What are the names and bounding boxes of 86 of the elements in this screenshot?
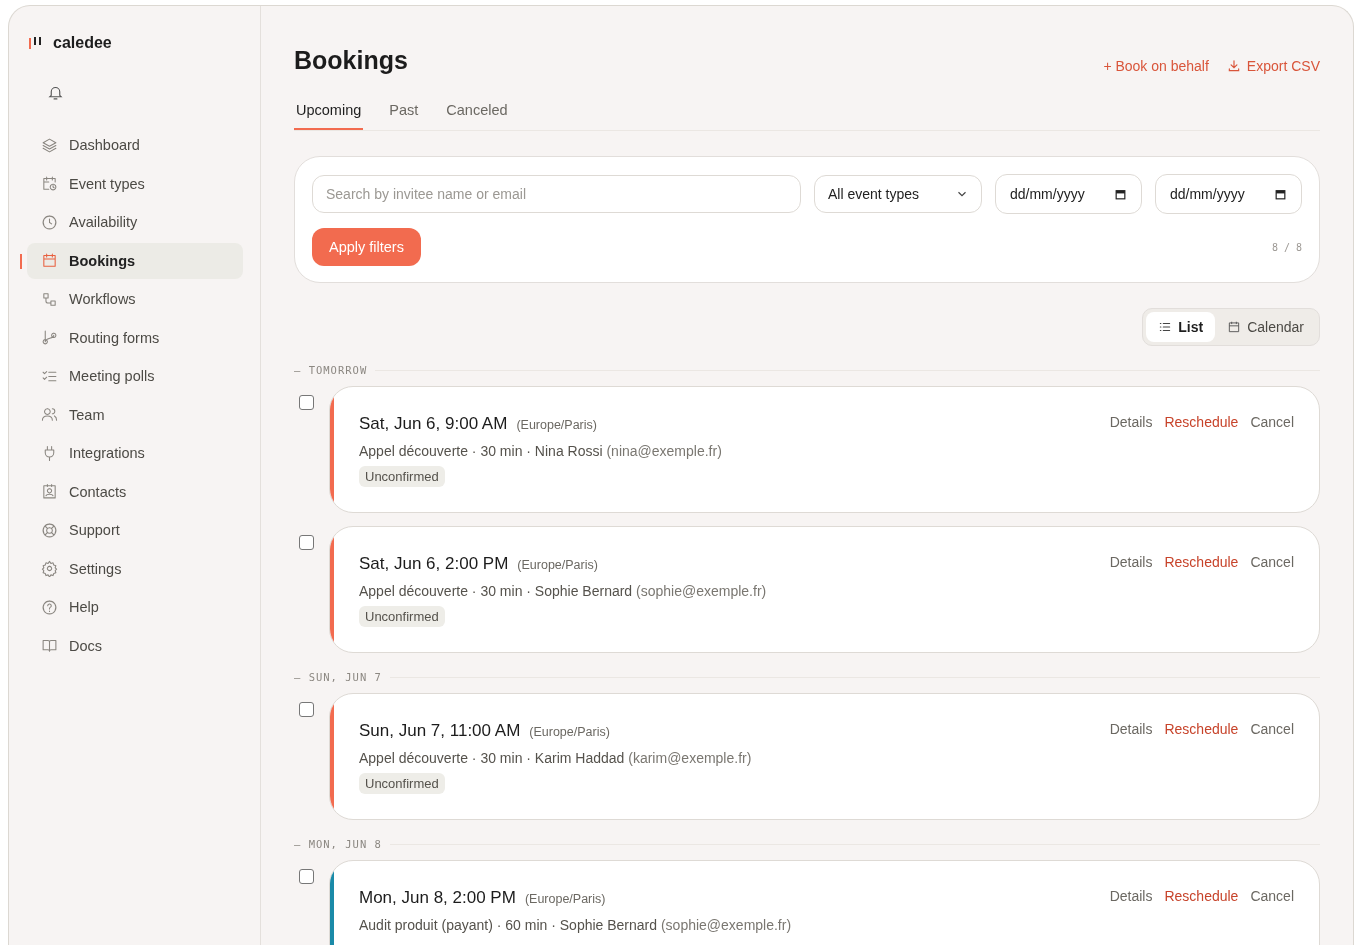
bell-icon[interactable] bbox=[47, 84, 64, 101]
list-icon bbox=[1158, 320, 1173, 334]
details-link[interactable]: Details bbox=[1109, 554, 1153, 652]
calendar-icon bbox=[1227, 320, 1242, 334]
sidebar-item[interactable]: Integrations bbox=[27, 435, 243, 471]
contact-card-icon bbox=[41, 483, 58, 500]
cancel-link[interactable]: Cancel bbox=[1250, 888, 1294, 945]
day-heading: — MON, JUN 8 bbox=[294, 838, 382, 850]
branch-icon bbox=[41, 329, 58, 346]
brand-name: caledee bbox=[53, 34, 112, 52]
status-badge: Unconfirmed bbox=[359, 606, 445, 627]
cancel-link[interactable]: Cancel bbox=[1250, 721, 1294, 819]
calendar-icon bbox=[1274, 187, 1287, 201]
sidebar-item[interactable]: Help bbox=[27, 589, 243, 625]
search-field[interactable]: Search by invitee name or email bbox=[312, 175, 801, 213]
help-icon bbox=[41, 598, 58, 616]
booking-summary: Appel découverte · 30 min · Sophie Bernard bbox=[359, 583, 633, 599]
details-link[interactable]: Details bbox=[1109, 888, 1153, 945]
sidebar-item[interactable]: Contacts bbox=[27, 473, 243, 510]
booking-time: Sat, Jun 6, 9:00 AM bbox=[359, 414, 508, 434]
booking-summary: Audit produit (payant) · 60 min · Sophie Bernard bbox=[359, 917, 658, 933]
status-badge: Unconfirmed bbox=[359, 466, 445, 487]
checkbox[interactable] bbox=[299, 702, 314, 717]
view-option[interactable]: List bbox=[1146, 312, 1216, 342]
timezone: (Europe/Paris) bbox=[524, 892, 606, 906]
event-type-select[interactable]: All event types bbox=[814, 175, 982, 213]
sidebar-item[interactable]: Workflows bbox=[27, 281, 243, 317]
timezone: (Europe/Paris) bbox=[516, 418, 597, 432]
invitee-email: (sophie@exemple.fr) bbox=[636, 583, 767, 599]
calendar-icon bbox=[41, 252, 58, 269]
active-marker bbox=[20, 253, 22, 269]
status-badge: Unconfirmed bbox=[359, 773, 445, 794]
booking-time: Sun, Jun 7, 11:00 AM bbox=[359, 721, 521, 741]
checkbox[interactable] bbox=[299, 535, 314, 550]
day-heading: — TOMORROW bbox=[294, 364, 368, 376]
details-link[interactable]: Details bbox=[1109, 414, 1153, 512]
sidebar-item[interactable]: Dashboard bbox=[27, 127, 243, 163]
booking-time: Sat, Jun 6, 2:00 PM bbox=[359, 554, 509, 574]
calendar-icon bbox=[1114, 187, 1127, 201]
checkbox[interactable] bbox=[299, 395, 314, 410]
sidebar-item[interactable]: Event types bbox=[27, 165, 243, 202]
checkbox[interactable] bbox=[299, 869, 314, 884]
details-link[interactable]: Details bbox=[1109, 721, 1153, 819]
header-link[interactable]: + Book on behalf bbox=[1103, 57, 1209, 74]
download-icon bbox=[1226, 58, 1241, 73]
sidebar-item[interactable]: Bookings bbox=[27, 242, 243, 279]
sidebar-item[interactable]: Docs bbox=[27, 627, 243, 664]
sidebar-item[interactable]: Meeting polls bbox=[27, 358, 243, 394]
calendar-clock-icon bbox=[41, 175, 58, 192]
tab[interactable]: Canceled bbox=[444, 102, 510, 130]
booking-time: Mon, Jun 8, 2:00 PM bbox=[359, 888, 516, 908]
timezone: (Europe/Paris) bbox=[517, 558, 598, 572]
result-count: 8 / 8 bbox=[1271, 241, 1302, 253]
date-field[interactable]: dd/mm/yyyy bbox=[995, 174, 1142, 214]
invitee-email: (karim@exemple.fr) bbox=[628, 750, 752, 766]
clock-icon bbox=[41, 213, 58, 231]
logo-icon bbox=[29, 36, 43, 50]
booking-summary: Appel découverte · 30 min · Nina Rossi bbox=[359, 443, 603, 459]
sidebar-item[interactable]: Team bbox=[27, 396, 243, 433]
invitee-email: (nina@exemple.fr) bbox=[606, 443, 722, 459]
sidebar-item[interactable]: Routing forms bbox=[27, 319, 243, 356]
workflow-icon bbox=[41, 290, 58, 308]
reschedule-link[interactable]: Reschedule bbox=[1164, 414, 1239, 512]
cancel-link[interactable]: Cancel bbox=[1250, 414, 1294, 512]
date-field[interactable]: dd/mm/yyyy bbox=[1155, 174, 1302, 214]
stack-icon bbox=[41, 136, 58, 154]
reschedule-link[interactable]: Reschedule bbox=[1164, 554, 1239, 652]
view-option[interactable]: Calendar bbox=[1215, 312, 1316, 342]
page-title: Bookings bbox=[294, 46, 408, 75]
cancel-link[interactable]: Cancel bbox=[1250, 554, 1294, 652]
reschedule-link[interactable]: Reschedule bbox=[1164, 888, 1239, 945]
reschedule-link[interactable]: Reschedule bbox=[1164, 721, 1239, 819]
sidebar-item[interactable]: Settings bbox=[27, 550, 243, 587]
book-icon bbox=[41, 637, 58, 654]
tab[interactable]: Past bbox=[387, 102, 421, 130]
header-link[interactable]: Export CSV bbox=[1226, 57, 1320, 74]
settings-icon bbox=[41, 560, 58, 577]
day-heading: — SUN, JUN 7 bbox=[294, 671, 382, 683]
invitee-email: (sophie@exemple.fr) bbox=[660, 917, 792, 933]
sidebar-item[interactable]: Support bbox=[27, 512, 243, 548]
booking-summary: Appel découverte · 30 min · Karim Haddad bbox=[359, 750, 625, 766]
sidebar-item[interactable]: Availability bbox=[27, 204, 243, 240]
lifebuoy-icon bbox=[41, 521, 58, 539]
people-icon bbox=[41, 406, 58, 423]
timezone: (Europe/Paris) bbox=[529, 725, 610, 739]
tab[interactable]: Upcoming bbox=[294, 102, 364, 130]
